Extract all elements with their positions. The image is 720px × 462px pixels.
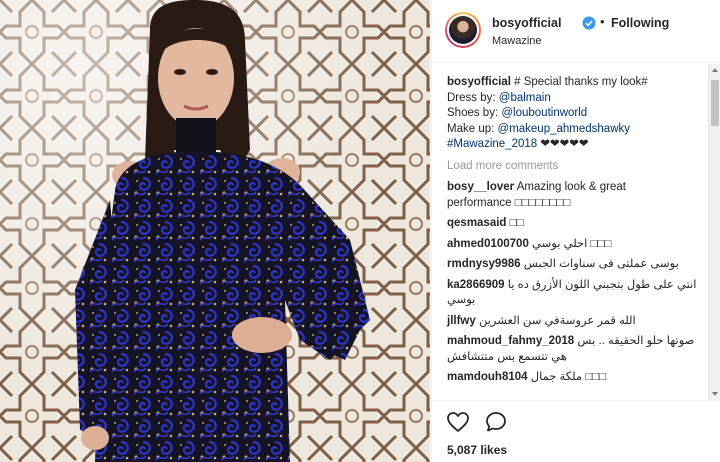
comment-item: jllfwy الله قمر عروسةفي سن العشرين: [447, 314, 708, 330]
comment-item: qesmasaid □□: [447, 216, 708, 232]
dress-label: Dress by:: [447, 91, 496, 104]
hearts-emoji: ❤❤❤❤❤: [540, 138, 589, 150]
heart-outline-icon[interactable]: [446, 410, 470, 434]
avatar[interactable]: [447, 14, 479, 46]
comment-item: ka2866909 انتي على طول بتجبني اللون الأز…: [447, 278, 708, 309]
comment-item: bosy__lover Amazing look & great perform…: [447, 180, 708, 211]
dress-handle-link[interactable]: @balmain: [499, 92, 551, 104]
comment-text: بوسى عملتى فى سناوات الجبس: [523, 258, 679, 270]
caption-username[interactable]: bosyofficial: [447, 76, 511, 88]
caption-text: # Special thanks my look#: [514, 76, 648, 88]
story-ring[interactable]: [445, 12, 481, 48]
post-username[interactable]: bosyofficial: [492, 16, 561, 30]
comment-username[interactable]: bosy__lover: [447, 181, 514, 193]
hashtag-link[interactable]: #Mawazine_2018: [447, 138, 537, 150]
scroll-up-arrow-icon[interactable]: [712, 68, 718, 72]
caption-line-hashtag: #Mawazine_2018 ❤❤❤❤❤: [447, 137, 708, 153]
scroll-down-arrow-icon[interactable]: [712, 392, 718, 396]
scroll-thumb[interactable]: [711, 80, 719, 126]
caption-line-1: bosyofficial # Special thanks my look#: [447, 75, 708, 91]
comment-text: □□: [509, 217, 524, 229]
comment-text: □□□ احلي بوسي: [532, 237, 612, 250]
comment-item: mahmoud_fahmy_2018 صوتها حلو الحقيقه .. …: [447, 334, 708, 365]
comment-username[interactable]: mamdouh8104: [447, 371, 528, 383]
avatar-image: [449, 16, 477, 44]
caption-line-makeup: Make up: @makeup_ahmedshawky: [447, 122, 708, 138]
header-separator: •: [600, 14, 605, 29]
comment-username[interactable]: mahmoud_fahmy_2018: [447, 335, 574, 347]
makeup-handle-link[interactable]: @makeup_ahmedshawky: [498, 123, 631, 135]
post-photo[interactable]: [0, 0, 430, 462]
shoes-handle-link[interactable]: @louboutinworld: [501, 107, 587, 119]
comment-username[interactable]: qesmasaid: [447, 217, 506, 229]
comment-text: □□□ ملكة جمال: [530, 371, 607, 383]
comment-username[interactable]: ka2866909: [447, 279, 505, 291]
comment-text: Amazing look & great: [516, 181, 626, 193]
comment-text: صوتها حلو الحقيقه .. بس: [577, 335, 695, 347]
post-image: [0, 0, 430, 462]
comment-item: ahmed0100700 □□□ احلي بوسي: [447, 237, 708, 253]
post-side-panel: bosyofficial • Following Mawazine bosyof…: [431, 0, 720, 462]
comment-item: rmdnysy9986 بوسى عملتى فى سناوات الجبس: [447, 257, 708, 273]
comments-scrollbar[interactable]: [708, 64, 720, 400]
following-button[interactable]: Following: [611, 16, 669, 30]
makeup-label: Make up:: [447, 122, 495, 135]
comments-list[interactable]: bosyofficial # Special thanks my look# D…: [432, 64, 708, 400]
post-actions: 5,087 likes: [432, 400, 720, 462]
comment-text-continued: performance □□□□□□□□: [447, 196, 571, 209]
post-location[interactable]: Mawazine: [492, 35, 542, 47]
comment-username[interactable]: jllfwy: [447, 315, 476, 327]
comment-username[interactable]: rmdnysy9986: [447, 258, 521, 270]
verified-badge-icon: [582, 16, 596, 30]
caption-line-dress: Dress by: @balmain: [447, 91, 708, 107]
caption-line-shoes: Shoes by: @louboutinworld: [447, 106, 708, 122]
comment-username[interactable]: ahmed0100700: [447, 238, 529, 250]
comment-text-continued: هي تتسمع بس متتشافش: [447, 350, 567, 363]
comment-item: mamdouh8104 □□□ ملكة جمال: [447, 370, 708, 386]
speech-bubble-icon[interactable]: [484, 410, 508, 434]
comment-text-continued: بوسي: [447, 294, 476, 306]
comment-text: الله قمر عروسةفي سن العشرين: [478, 314, 636, 327]
likes-count[interactable]: 5,087 likes: [447, 443, 507, 457]
post-header: bosyofficial • Following Mawazine: [432, 0, 720, 63]
shoes-label: Shoes by:: [447, 107, 499, 119]
load-more-comments-button[interactable]: Load more comments: [447, 159, 708, 175]
comment-text: انتي على طول بتجبني اللون الأزرق ده يا: [507, 278, 697, 291]
